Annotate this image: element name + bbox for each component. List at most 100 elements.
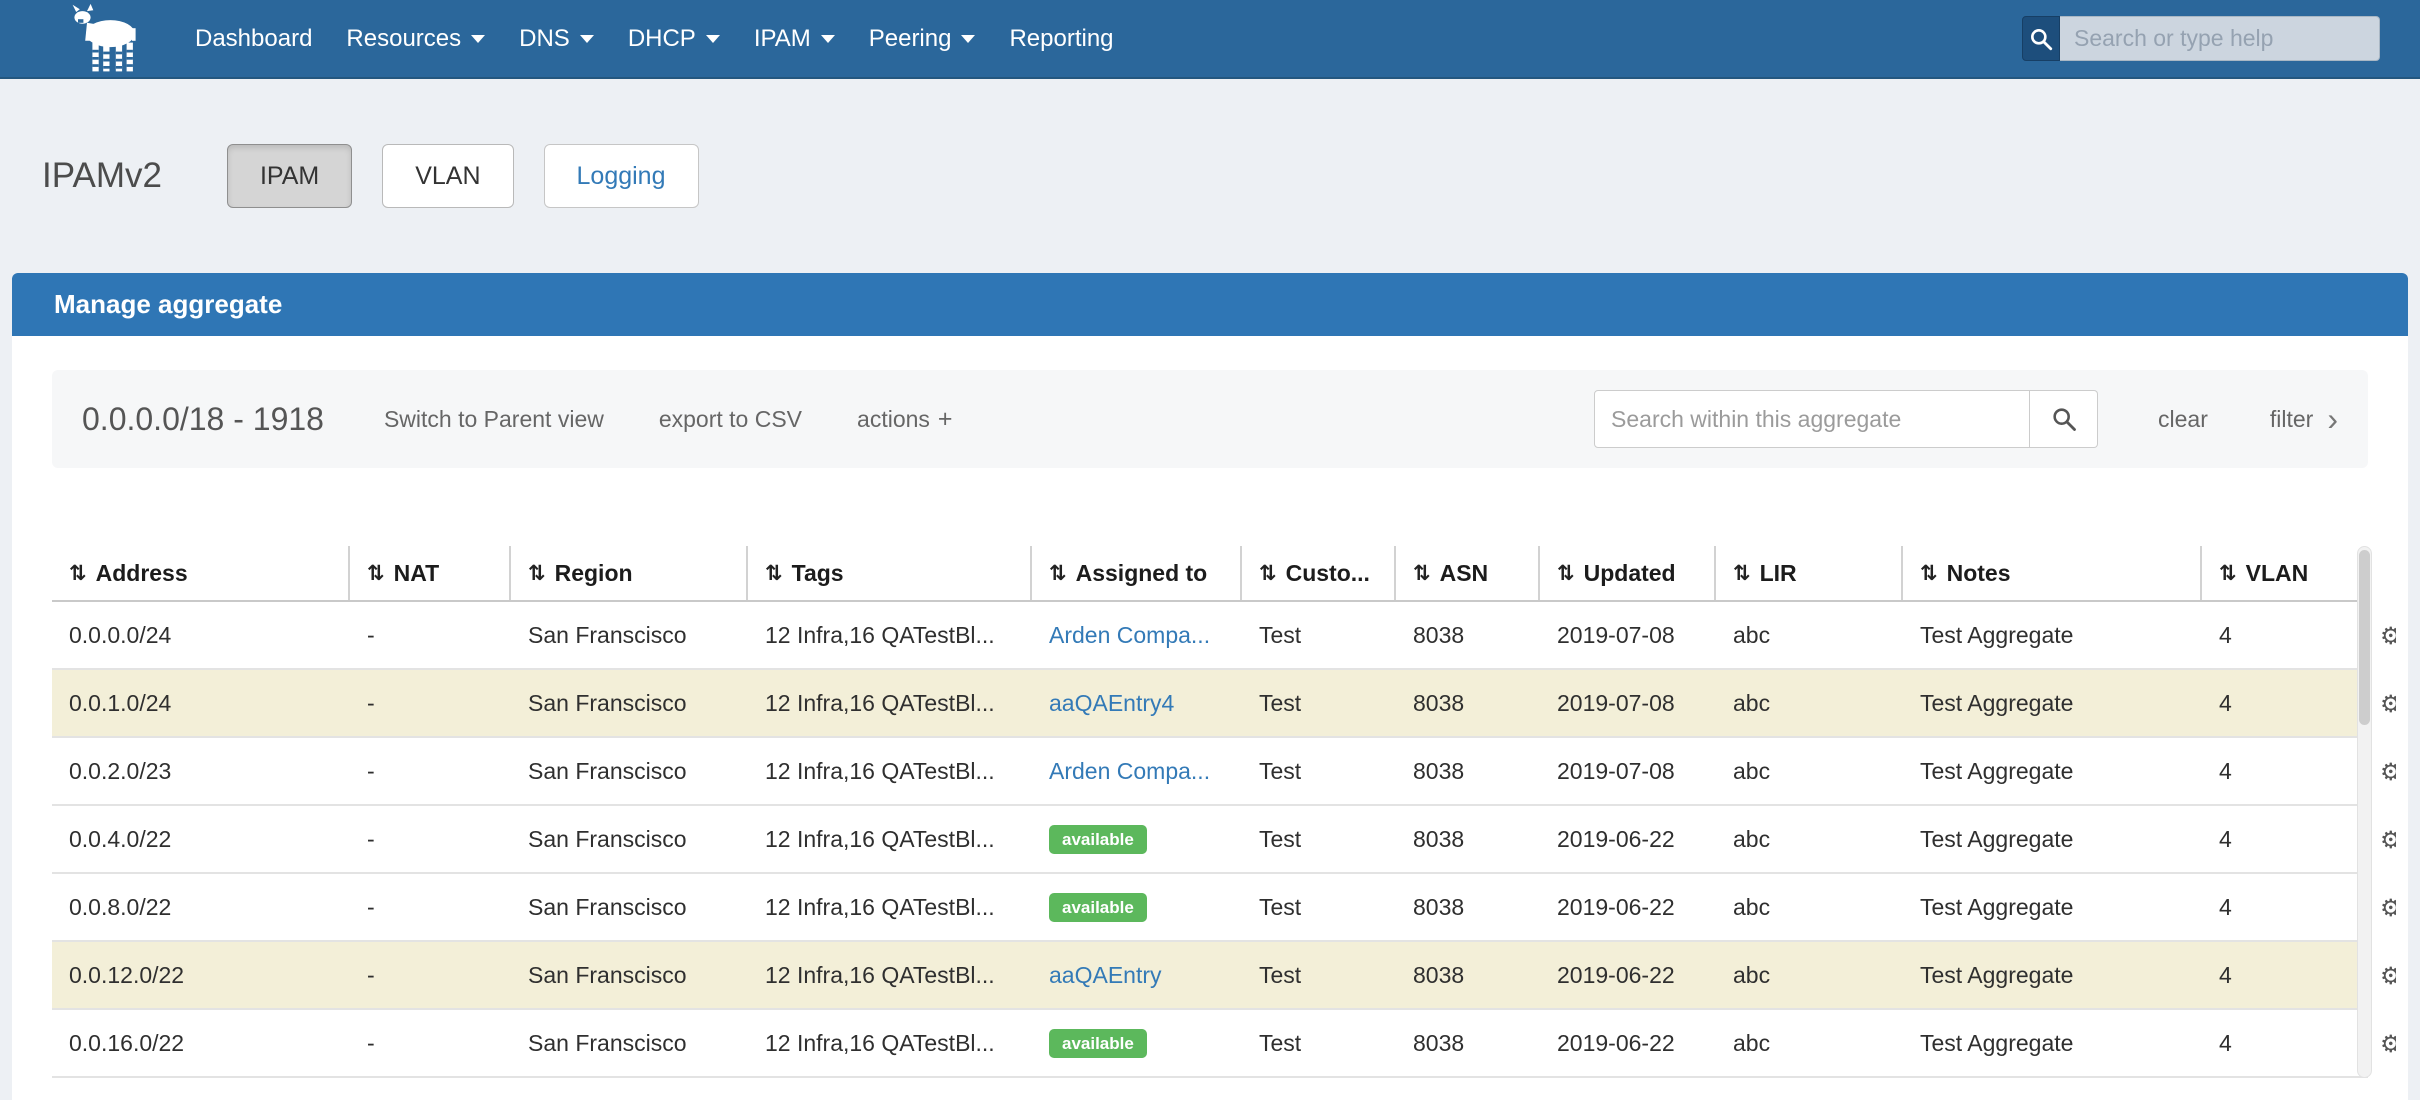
cell-customer: Test — [1242, 874, 1396, 940]
actions-menu-link[interactable]: actions + — [857, 405, 952, 434]
table-row: 0.0.12.0/22 - San Franscisco 12 Infra,16… — [52, 942, 2368, 1010]
available-badge: available — [1049, 825, 1147, 854]
col-label: Tags — [792, 560, 844, 587]
aggregate-label: 0.0.0.0/18 - 1918 — [82, 401, 324, 438]
row-action-gear-icon[interactable]: ⚙ — [2380, 738, 2396, 806]
col-header-asn[interactable]: ⇅ASN — [1396, 546, 1540, 600]
cell-asn: 8038 — [1396, 670, 1540, 736]
col-header-customer[interactable]: ⇅Custo... — [1242, 546, 1396, 600]
col-header-assigned-to[interactable]: ⇅Assigned to — [1032, 546, 1242, 600]
actions-label: actions — [857, 406, 930, 432]
action-column-sliver: ⚙⚙⚙⚙⚙⚙⚙ — [2380, 602, 2396, 1078]
cell-updated: 2019-06-22 — [1540, 806, 1716, 872]
nav-item-ipam[interactable]: IPAM — [737, 25, 852, 53]
vertical-scrollbar-thumb[interactable] — [2359, 550, 2370, 725]
filter-link[interactable]: filter › — [2270, 403, 2338, 435]
col-label: Notes — [1947, 560, 2011, 587]
cell-lir: abc — [1716, 670, 1903, 736]
row-action-gear-icon[interactable]: ⚙ — [2380, 874, 2396, 942]
cell-region: San Franscisco — [511, 738, 748, 804]
nav-item-dashboard[interactable]: Dashboard — [178, 25, 329, 53]
toolbar-right-group: clear filter › — [1594, 390, 2338, 448]
col-label: NAT — [394, 560, 440, 587]
cell-customer: Test — [1242, 602, 1396, 668]
caret-down-icon — [821, 35, 835, 43]
cell-address: 0.0.12.0/22 — [52, 942, 350, 1008]
cell-nat: - — [350, 874, 511, 940]
col-header-address[interactable]: ⇅Address — [52, 546, 350, 600]
cell-region: San Franscisco — [511, 1010, 748, 1076]
cell-lir: abc — [1716, 942, 1903, 1008]
table-row: 0.0.8.0/22 - San Franscisco 12 Infra,16 … — [52, 874, 2368, 942]
okapi-logo[interactable] — [55, 3, 155, 75]
aggregate-search-input[interactable] — [1594, 390, 2030, 448]
cell-nat: - — [350, 1010, 511, 1076]
export-csv-link[interactable]: export to CSV — [659, 406, 802, 433]
cell-vlan: 4 — [2202, 874, 2322, 940]
cell-asn: 8038 — [1396, 806, 1540, 872]
col-header-tags[interactable]: ⇅Tags — [748, 546, 1032, 600]
nav-label: Resources — [346, 25, 461, 53]
cell-tags: 12 Infra,16 QATestBl... — [748, 942, 1032, 1008]
cell-tags: 12 Infra,16 QATestBl... — [748, 874, 1032, 940]
cell-tags: 12 Infra,16 QATestBl... — [748, 602, 1032, 668]
row-action-gear-icon[interactable]: ⚙ — [2380, 670, 2396, 738]
cell-tags: 12 Infra,16 QATestBl... — [748, 806, 1032, 872]
aggregate-search-button[interactable] — [2030, 390, 2098, 448]
cell-lir: abc — [1716, 738, 1903, 804]
nav-item-peering[interactable]: Peering — [852, 25, 993, 53]
row-action-gear-icon[interactable]: ⚙ — [2380, 602, 2396, 670]
col-header-region[interactable]: ⇅Region — [511, 546, 748, 600]
table-body: 0.0.0.0/24 - San Franscisco 12 Infra,16 … — [52, 602, 2368, 1078]
assigned-link[interactable]: Arden Compa... — [1049, 622, 1210, 649]
nav-label: Peering — [869, 25, 952, 53]
cell-updated: 2019-06-22 — [1540, 1010, 1716, 1076]
tab-vlan[interactable]: VLAN — [382, 144, 513, 208]
table-header: ⇅Address ⇅NAT ⇅Region ⇅Tags ⇅Assigned to… — [52, 546, 2368, 602]
cell-lir: abc — [1716, 874, 1903, 940]
col-label: LIR — [1760, 560, 1797, 587]
col-label: VLAN — [2246, 560, 2309, 587]
cell-address: 0.0.16.0/22 — [52, 1010, 350, 1076]
table-row: 0.0.0.0/24 - San Franscisco 12 Infra,16 … — [52, 602, 2368, 670]
row-action-gear-icon[interactable]: ⚙ — [2380, 1010, 2396, 1078]
cell-nat: - — [350, 602, 511, 668]
table-row: 0.0.4.0/22 - San Franscisco 12 Infra,16 … — [52, 806, 2368, 874]
cell-nat: - — [350, 670, 511, 736]
cell-vlan: 4 — [2202, 806, 2322, 872]
cell-notes: Test Aggregate — [1903, 1010, 2202, 1076]
col-header-updated[interactable]: ⇅Updated — [1540, 546, 1716, 600]
cell-updated: 2019-07-08 — [1540, 738, 1716, 804]
caret-down-icon — [961, 35, 975, 43]
plus-icon: + — [938, 405, 953, 433]
col-header-lir[interactable]: ⇅LIR — [1716, 546, 1903, 600]
nav-item-resources[interactable]: Resources — [329, 25, 502, 53]
cell-customer: Test — [1242, 738, 1396, 804]
vertical-scrollbar-track[interactable] — [2357, 546, 2372, 1078]
tab-ipam[interactable]: IPAM — [227, 144, 352, 208]
cell-assigned-to: available — [1032, 1010, 1242, 1076]
cell-customer: Test — [1242, 670, 1396, 736]
clear-link[interactable]: clear — [2158, 406, 2208, 433]
col-header-nat[interactable]: ⇅NAT — [350, 546, 511, 600]
page-title: IPAMv2 — [42, 156, 162, 196]
search-icon-button[interactable] — [2022, 16, 2060, 61]
col-header-notes[interactable]: ⇅Notes — [1903, 546, 2202, 600]
caret-down-icon — [580, 35, 594, 43]
nav-item-dns[interactable]: DNS — [502, 25, 611, 53]
assigned-link[interactable]: aaQAEntry4 — [1049, 690, 1174, 717]
global-search-input[interactable] — [2060, 16, 2380, 61]
nav-item-reporting[interactable]: Reporting — [992, 25, 1130, 53]
cell-vlan: 4 — [2202, 942, 2322, 1008]
available-badge: available — [1049, 1029, 1147, 1058]
assigned-link[interactable]: Arden Compa... — [1049, 758, 1210, 785]
col-label: Updated — [1584, 560, 1676, 587]
available-badge: available — [1049, 893, 1147, 922]
nav-item-dhcp[interactable]: DHCP — [611, 25, 737, 53]
tab-logging[interactable]: Logging — [544, 144, 699, 208]
assigned-link[interactable]: aaQAEntry — [1049, 962, 1162, 989]
row-action-gear-icon[interactable]: ⚙ — [2380, 806, 2396, 874]
switch-parent-view-link[interactable]: Switch to Parent view — [384, 406, 604, 433]
row-action-gear-icon[interactable]: ⚙ — [2380, 942, 2396, 1010]
col-header-vlan[interactable]: ⇅VLAN — [2202, 546, 2322, 600]
